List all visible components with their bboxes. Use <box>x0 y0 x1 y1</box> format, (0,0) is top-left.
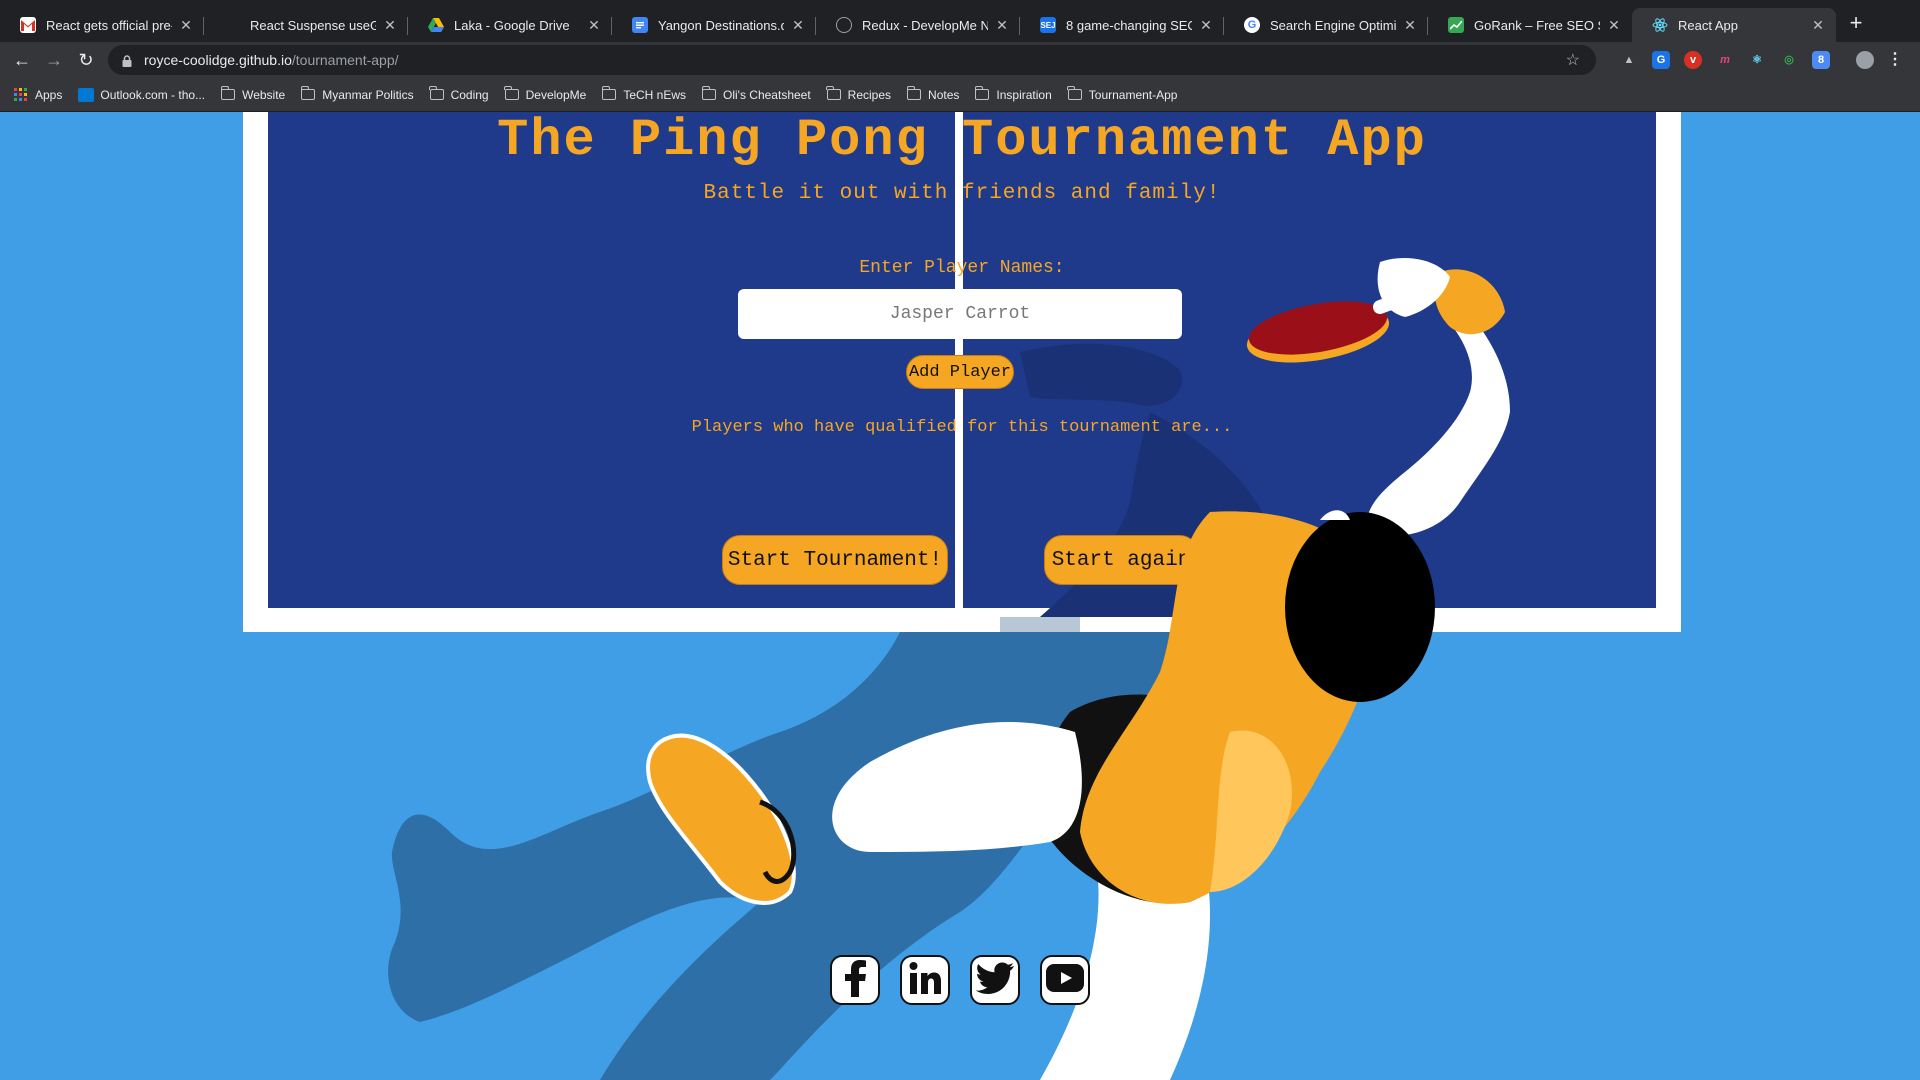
twitter-link[interactable] <box>970 955 1020 1005</box>
tab-react-app[interactable]: React App ✕ <box>1632 8 1836 42</box>
google-docs-icon <box>632 17 648 33</box>
gorank-icon <box>1448 17 1464 33</box>
bookmark-coding[interactable]: Coding <box>429 86 489 102</box>
twitter-icon <box>975 962 1014 999</box>
folder-icon <box>220 86 236 100</box>
url-text: royce-coolidge.github.io/tournament-app/ <box>144 52 399 68</box>
page-viewport: The Ping Pong Tournament App Battle it o… <box>0 112 1920 1080</box>
close-icon[interactable]: ✕ <box>1198 17 1214 34</box>
blank-icon <box>224 17 240 33</box>
close-icon[interactable]: ✕ <box>994 17 1010 34</box>
menu-kebab-icon[interactable]: ⋮ <box>1886 51 1904 69</box>
tab-seo-search[interactable]: G Search Engine Optimizatio ✕ <box>1224 8 1428 42</box>
google-drive-icon <box>428 17 444 33</box>
tab-gmail[interactable]: React gets official pre-rel ✕ <box>0 8 204 42</box>
react-devtools-icon[interactable]: ⚛ <box>1748 51 1766 69</box>
tab-react-suspense[interactable]: React Suspense useGeoP ✕ <box>204 8 408 42</box>
vivaldi-extension-icon[interactable]: v <box>1684 51 1702 69</box>
react-icon <box>1652 17 1668 33</box>
drive-extension-icon[interactable]: ▲ <box>1620 51 1638 69</box>
close-icon[interactable]: ✕ <box>790 17 806 34</box>
bookmark-notes[interactable]: Notes <box>906 86 959 102</box>
folder-icon <box>601 86 617 100</box>
folder-icon <box>429 86 444 100</box>
close-icon[interactable]: ✕ <box>1606 17 1622 34</box>
target-extension-icon[interactable]: ◎ <box>1780 51 1798 69</box>
close-icon[interactable]: ✕ <box>178 17 194 34</box>
close-icon[interactable]: ✕ <box>586 17 602 34</box>
youtube-icon <box>1046 963 1084 997</box>
bookmark-inspiration[interactable]: Inspiration <box>974 86 1052 102</box>
outlook-icon <box>78 87 95 102</box>
forward-icon[interactable]: → <box>42 48 66 72</box>
tab-google-drive[interactable]: Laka - Google Drive ✕ <box>408 8 612 42</box>
bookmark-outlook[interactable]: Outlook.com - tho... <box>78 87 205 102</box>
bookmarks-bar: Apps Outlook.com - tho... Website Myanma… <box>0 78 1920 112</box>
lock-icon <box>122 54 132 67</box>
facebook-link[interactable] <box>830 955 880 1005</box>
address-bar[interactable]: royce-coolidge.github.io/tournament-app/… <box>108 45 1596 75</box>
back-icon[interactable]: ← <box>10 48 34 72</box>
tab-redux-notes[interactable]: Redux - DevelopMe Notes ✕ <box>816 8 1020 42</box>
bookmark-recipes[interactable]: Recipes <box>826 86 891 102</box>
folder-icon <box>974 86 990 100</box>
linkedin-link[interactable] <box>900 955 950 1005</box>
folder-icon <box>906 86 922 100</box>
folder-icon <box>701 86 716 100</box>
bookmark-developme[interactable]: DevelopMe <box>504 86 586 102</box>
grammar-extension-icon[interactable]: 8 <box>1812 51 1830 69</box>
bookmark-olis-cheatsheet[interactable]: Oli's Cheatsheet <box>701 86 811 102</box>
new-tab-icon[interactable]: + <box>1845 12 1867 34</box>
profile-avatar[interactable] <box>1856 51 1874 69</box>
folder-icon <box>1067 86 1082 100</box>
google-icon: G <box>1244 17 1260 33</box>
bookmark-star-icon[interactable]: ☆ <box>1566 50 1580 70</box>
tab-strip: React gets official pre-rel ✕ React Susp… <box>0 0 1920 42</box>
reload-icon[interactable]: ↻ <box>74 48 98 72</box>
close-icon[interactable]: ✕ <box>1402 17 1418 34</box>
bookmark-myanmar-politics[interactable]: Myanmar Politics <box>300 86 414 102</box>
close-icon[interactable]: ✕ <box>1810 17 1826 34</box>
bookmark-apps[interactable]: Apps <box>14 88 62 102</box>
tab-google-docs[interactable]: Yangon Destinations.docx ✕ <box>612 8 816 42</box>
tab-gorank[interactable]: GoRank – Free SEO Softw ✕ <box>1428 8 1632 42</box>
close-icon[interactable]: ✕ <box>382 17 398 34</box>
tab-seo-trends[interactable]: SEJ 8 game-changing SEO tre ✕ <box>1020 8 1224 42</box>
folder-icon <box>504 86 519 100</box>
linkedin-icon <box>908 961 942 1000</box>
apps-grid-icon <box>14 88 27 101</box>
m-extension-icon[interactable]: m <box>1716 51 1734 69</box>
gmail-icon <box>20 17 36 33</box>
bookmark-website[interactable]: Website <box>220 86 285 102</box>
globe-icon <box>836 17 852 33</box>
bookmark-tech-news[interactable]: TeCH nEws <box>601 86 686 102</box>
table-tennis-player-illustration <box>646 257 1510 1080</box>
bookmark-tournament-app[interactable]: Tournament-App <box>1067 86 1177 102</box>
translate-extension-icon[interactable]: G <box>1652 51 1670 69</box>
browser-toolbar: ← → ↻ royce-coolidge.github.io/tournamen… <box>0 42 1920 78</box>
folder-icon <box>826 86 841 100</box>
youtube-link[interactable] <box>1040 955 1090 1005</box>
sej-icon: SEJ <box>1040 17 1056 33</box>
facebook-icon <box>843 959 867 1002</box>
folder-icon <box>300 86 316 100</box>
